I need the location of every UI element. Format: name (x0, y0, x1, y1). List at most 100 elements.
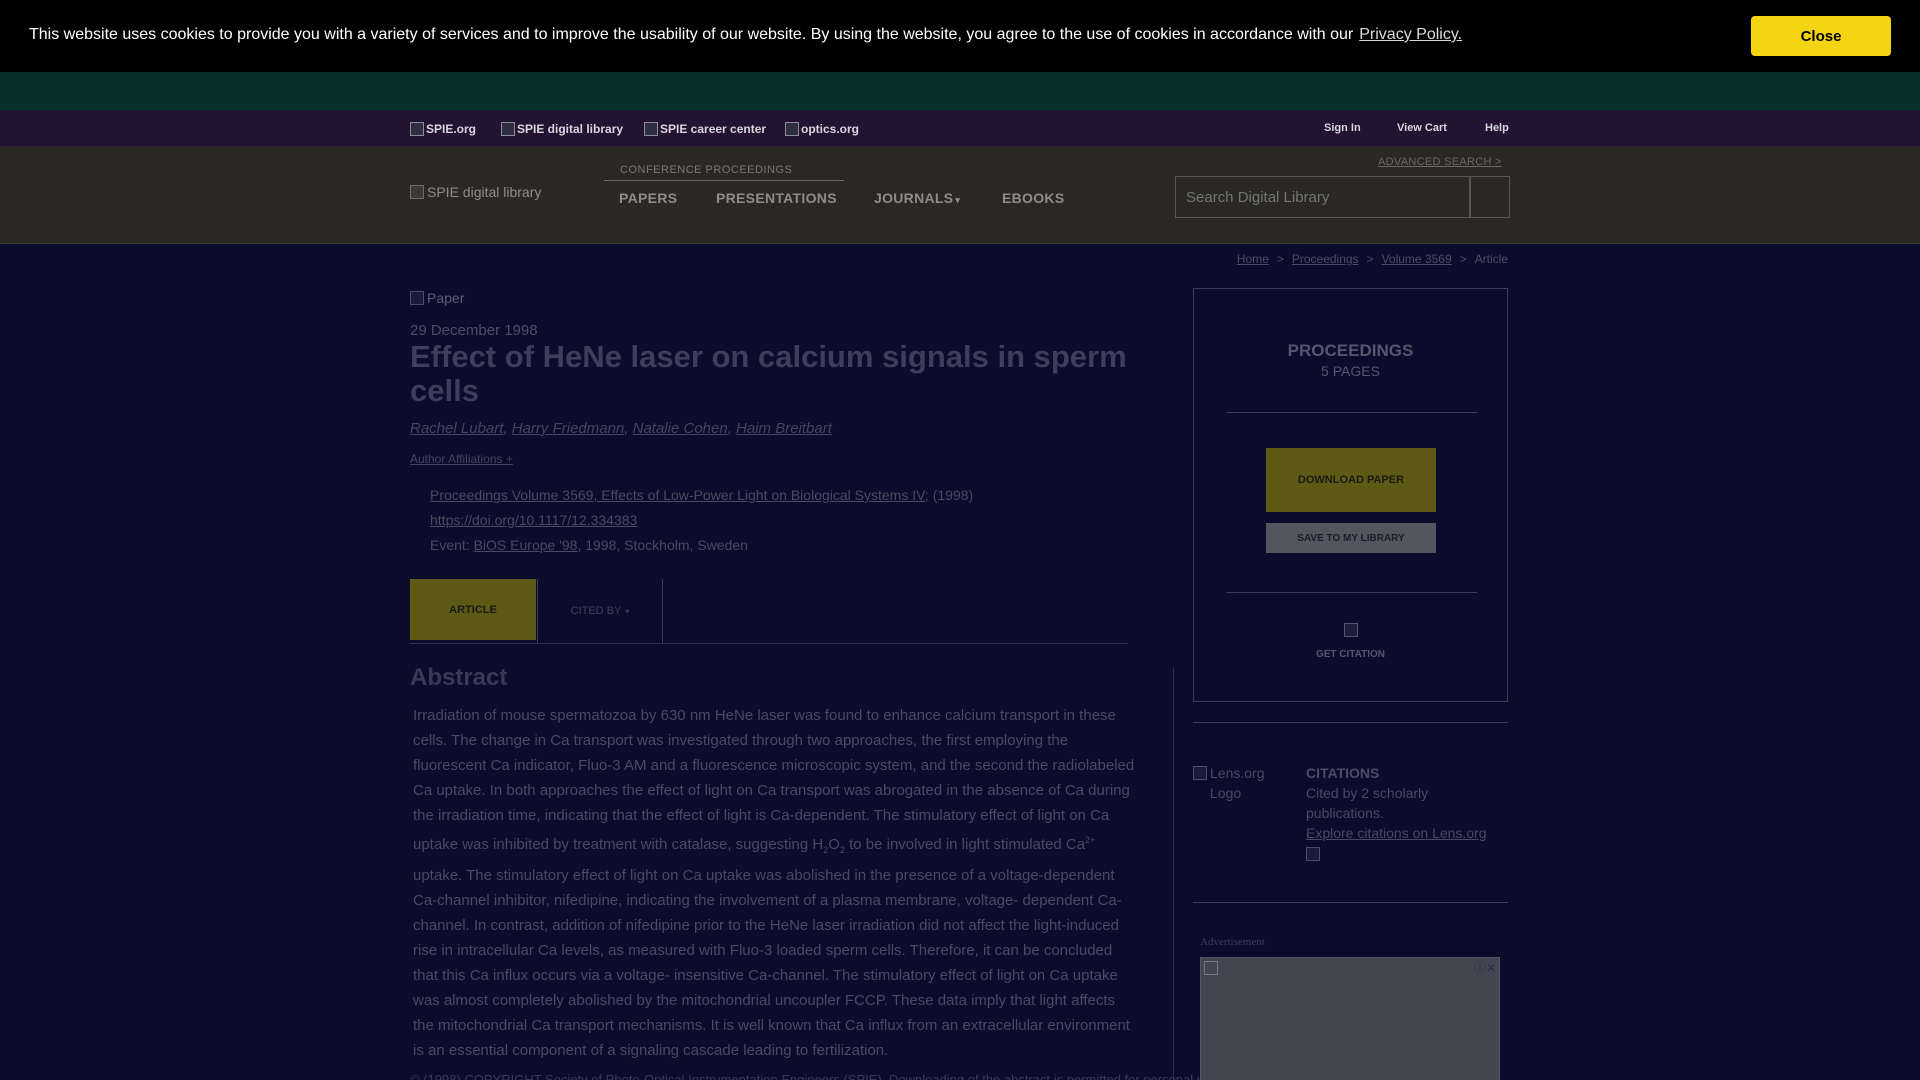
proceedings-card: PROCEEDINGS 5 PAGES DOWNLOAD PAPER SAVE … (1193, 288, 1508, 702)
top-navigation-bar: SPIE.org SPIE digital library SPIE caree… (0, 110, 1920, 146)
abstract-superscript: 2+ (1085, 835, 1096, 845)
publication-date: 29 December 1998 (410, 322, 538, 339)
spie-career-center-logo-icon (644, 122, 658, 136)
optics-org-logo-icon (785, 122, 799, 136)
spie-org-logo-icon (410, 122, 424, 136)
lens-badge-icon (1306, 847, 1320, 861)
sidebar-divider (1193, 722, 1508, 723)
breadcrumb-current: Article (1474, 252, 1508, 266)
search-input[interactable] (1175, 176, 1470, 218)
site-logo[interactable]: SPIE digital library (410, 184, 541, 200)
explore-citations-link[interactable]: Explore citations on Lens.org (1306, 825, 1487, 841)
copyright-notice: © (1998) COPYRIGHT Society of Photo-Opti… (410, 1072, 1248, 1080)
spie-digital-library-link[interactable]: SPIE digital library (501, 122, 623, 136)
optics-org-link[interactable]: optics.org (785, 122, 859, 136)
lens-logo[interactable]: Lens.org Logo (1193, 763, 1293, 803)
citations-block: CITATIONS Cited by 2 scholarly publicati… (1306, 763, 1506, 861)
download-paper-button[interactable]: DOWNLOAD PAPER (1266, 448, 1436, 512)
event-link[interactable]: BiOS Europe '98 (474, 537, 578, 553)
paper-type-label: Paper (427, 290, 465, 306)
abstract-text-part-1: Irradiation of mouse spermatozoa by 630 … (413, 707, 1135, 853)
optics-org-label: optics.org (801, 122, 860, 136)
nav-journals[interactable]: JOURNALS ▾ (874, 190, 960, 206)
breadcrumb-separator: > (1366, 252, 1374, 266)
site-header: SPIE digital library CONFERENCE PROCEEDI… (0, 146, 1920, 244)
breadcrumb-home[interactable]: Home (1237, 252, 1269, 266)
abstract-text-part-2: to be involved in light stimulated Ca (844, 836, 1086, 853)
promo-strip (0, 72, 1920, 110)
abstract-text: Irradiation of mouse spermatozoa by 630 … (413, 707, 1135, 1059)
conference-rule (604, 180, 844, 181)
spie-digital-library-label: SPIE digital library (517, 122, 624, 136)
column-divider (1173, 668, 1174, 1080)
author-link[interactable]: Rachel Lubart (410, 420, 503, 437)
advanced-search-link[interactable]: ADVANCED SEARCH > (1378, 156, 1502, 168)
breadcrumb: Home > Proceedings > Volume 3569 > Artic… (1237, 252, 1508, 266)
nav-ebooks[interactable]: EBOOKS (1002, 190, 1064, 206)
tab-article[interactable]: ARTICLE (410, 579, 536, 640)
privacy-policy-link[interactable]: Privacy Policy. (1359, 26, 1462, 43)
advertisement-banner[interactable]: ⓘ✕ (1200, 957, 1500, 1080)
author-link[interactable]: Natalie Cohen (633, 420, 728, 437)
doi-link[interactable]: https://doi.org/10.1117/12.334383 (430, 512, 637, 528)
spie-career-center-link[interactable]: SPIE career center (644, 122, 766, 136)
paper-icon (410, 291, 424, 305)
help-link[interactable]: Help (1485, 122, 1509, 134)
proceedings-citation: Proceedings Volume 3569, Effects of Low-… (430, 487, 973, 503)
event-details: , 1998, Stockholm, Sweden (577, 537, 748, 553)
card-divider (1226, 592, 1477, 593)
ad-choices-close-icon[interactable]: ⓘ✕ (1474, 959, 1496, 976)
search-button[interactable] (1470, 176, 1510, 218)
caret-down-icon: ▾ (625, 606, 630, 616)
sign-in-link[interactable]: Sign In (1324, 122, 1361, 134)
advertisement-label: Advertisement (1200, 936, 1265, 948)
citation-icon[interactable] (1344, 623, 1358, 637)
get-citation-link[interactable]: GET CITATION (1194, 649, 1507, 660)
spie-career-center-label: SPIE career center (660, 122, 767, 136)
save-to-library-button[interactable]: SAVE TO MY LIBRARY (1266, 523, 1436, 553)
proceedings-year: (1998) (932, 487, 974, 503)
paper-type: Paper (410, 290, 464, 306)
spie-digital-library-logo-icon (501, 122, 515, 136)
article-title: Effect of HeNe laser on calcium signals … (410, 339, 1127, 408)
author-link[interactable]: Harry Friedmann (512, 420, 625, 437)
page-count: 5 PAGES (1321, 363, 1380, 379)
view-cart-link[interactable]: View Cart (1397, 122, 1447, 134)
proceedings-label: PROCEEDINGS (1287, 341, 1414, 360)
breadcrumb-separator: > (1276, 252, 1284, 266)
cookie-message-text: This website uses cookies to provide you… (29, 26, 1354, 43)
abstract-heading: Abstract (410, 664, 508, 691)
conference-proceedings-label: CONFERENCE PROCEEDINGS (620, 164, 793, 176)
event-label: Event: (430, 537, 470, 553)
tab-divider (410, 643, 1128, 644)
spie-logo-icon (410, 185, 424, 199)
spie-org-link[interactable]: SPIE.org (410, 122, 476, 136)
tab-cited-by[interactable]: CITED BY ▾ (537, 579, 663, 643)
doi-line: https://doi.org/10.1117/12.334383 (430, 512, 637, 528)
author-link[interactable]: Haim Breitbart (736, 420, 832, 437)
tab-cited-by-label: CITED BY (570, 605, 622, 617)
nav-presentations[interactable]: PRESENTATIONS (716, 190, 837, 206)
proceedings-volume-link[interactable]: Proceedings Volume 3569, Effects of Low-… (430, 487, 929, 503)
breadcrumb-proceedings[interactable]: Proceedings (1292, 252, 1359, 266)
lens-logo-alt: Lens.org Logo (1210, 765, 1265, 801)
author-affiliations-toggle[interactable]: Author Affiliations + (410, 452, 513, 466)
cookie-message: This website uses cookies to provide you… (29, 26, 1462, 44)
lens-logo-icon (1193, 766, 1207, 780)
spie-org-label: SPIE.org (426, 122, 477, 136)
card-divider (1226, 412, 1477, 413)
breadcrumb-separator: > (1459, 252, 1467, 266)
nav-journals-label: JOURNALS (874, 190, 954, 206)
abstract-text-part-3: uptake. The stimulatory effect of light … (413, 867, 1130, 1059)
cookie-close-button[interactable]: Close (1751, 16, 1891, 56)
event-line: Event: BiOS Europe '98, 1998, Stockholm,… (430, 537, 748, 553)
sidebar-divider (1193, 902, 1508, 903)
nav-papers[interactable]: PAPERS (619, 190, 677, 206)
cookie-banner: This website uses cookies to provide you… (0, 0, 1920, 72)
site-logo-alt: SPIE digital library (427, 184, 542, 200)
author-list: Rachel Lubart, Harry Friedmann, Natalie … (410, 420, 832, 437)
breadcrumb-volume[interactable]: Volume 3569 (1382, 252, 1452, 266)
citations-heading: CITATIONS (1306, 765, 1380, 781)
ad-image-icon (1204, 961, 1218, 975)
caret-down-icon: ▾ (955, 195, 961, 205)
